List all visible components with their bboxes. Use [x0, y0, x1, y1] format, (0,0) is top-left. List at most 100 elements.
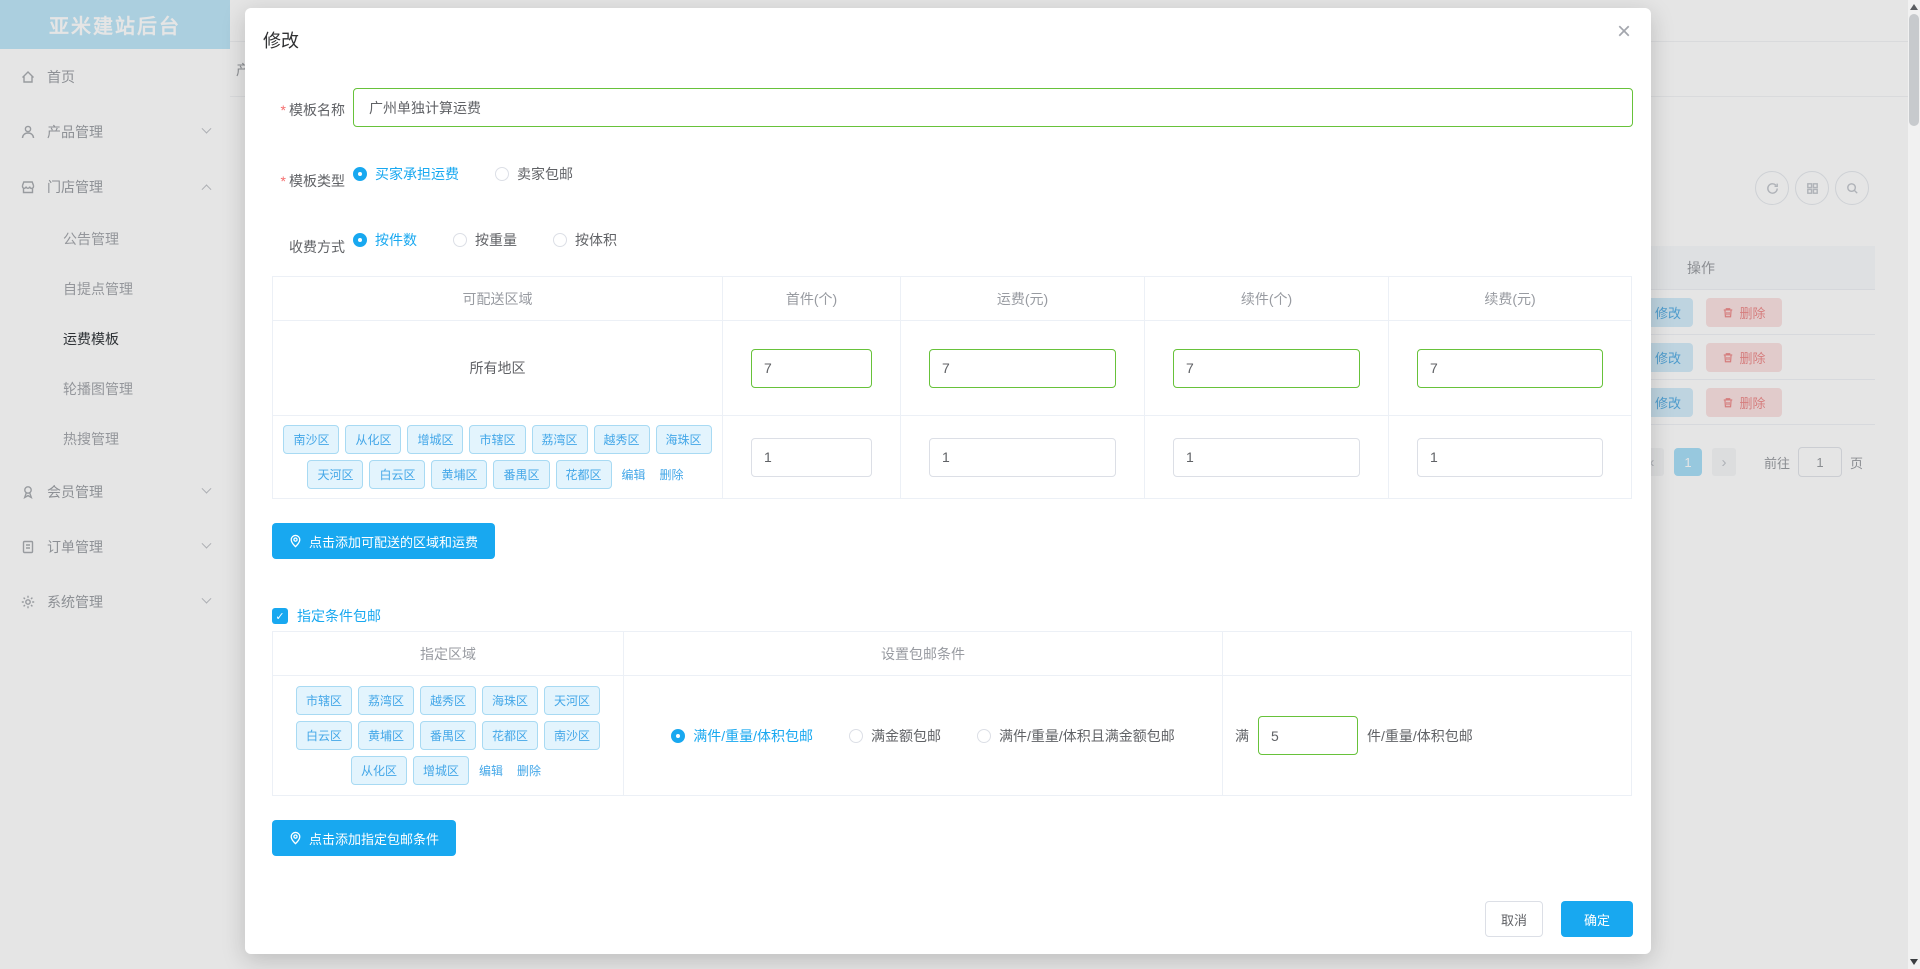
region-tag: 白云区: [295, 721, 352, 750]
radio-label: 满金额包邮: [871, 727, 941, 744]
radio-by-quantity-free[interactable]: 满件/重量/体积包邮: [671, 726, 813, 746]
cancel-button[interactable]: 取消: [1485, 901, 1543, 937]
template-name-label: * 模板名称: [280, 102, 345, 118]
radio-by-volume[interactable]: 按体积: [553, 230, 617, 250]
checkbox-checked-icon: ✓: [272, 608, 288, 624]
region-tag: 海珠区: [482, 686, 539, 715]
add-region-button[interactable]: 点击添加可配送的区域和运费: [272, 523, 496, 559]
radio-by-weight[interactable]: 按重量: [453, 230, 517, 250]
next-fee-input[interactable]: [1417, 348, 1603, 388]
radio-icon: [977, 728, 991, 743]
column-header: 可配送区域: [272, 276, 723, 321]
region-tag: 荔湾区: [357, 686, 414, 715]
location-pin-icon: [290, 534, 301, 548]
radio-label: 按重量: [475, 232, 517, 248]
fee-input[interactable]: [929, 348, 1116, 388]
radio-by-amount-free[interactable]: 满金额包邮: [849, 726, 941, 746]
close-icon[interactable]: ×: [1617, 20, 1631, 44]
scroll-up-arrow-icon[interactable]: [1910, 4, 1918, 10]
add-free-shipping-condition-button[interactable]: 点击添加指定包邮条件: [272, 820, 457, 856]
region-tag: 天河区: [544, 686, 601, 715]
region-fee-table: 可配送区域 首件(个) 运费(元) 续件(个) 续费(元) 所有地区 南沙区 从…: [272, 276, 1632, 499]
next-piece-input[interactable]: [1173, 348, 1360, 388]
radio-by-quantity-and-amount-free[interactable]: 满件/重量/体积且满金额包邮: [977, 726, 1175, 746]
required-star: *: [280, 102, 286, 118]
radio-label: 满件/重量/体积且满金额包邮: [999, 727, 1175, 744]
template-name-input[interactable]: [353, 88, 1633, 127]
region-tag: 市辖区: [295, 686, 352, 715]
charge-method-radio-group: 按件数 按重量 按体积: [353, 230, 653, 250]
threshold-prefix: 满: [1235, 727, 1249, 744]
region-tag: 黄埔区: [431, 460, 488, 489]
column-header: 首件(个): [722, 276, 901, 321]
radio-icon: [453, 233, 467, 247]
column-header: 续费(元): [1388, 276, 1632, 321]
free-shipping-row: 市辖区 荔湾区 越秀区 海珠区 天河区 白云区 黄埔区 番禺区 花都区 南沙区: [272, 675, 1632, 796]
table-row-all-regions: 所有地区: [272, 320, 1632, 416]
region-tag: 南沙区: [283, 425, 340, 454]
vertical-scrollbar[interactable]: [1908, 0, 1920, 969]
add-condition-label: 点击添加指定包邮条件: [309, 831, 440, 847]
confirm-button[interactable]: 确定: [1561, 901, 1633, 937]
region-tag: 从化区: [350, 756, 407, 785]
next-piece-input[interactable]: [1173, 437, 1360, 477]
edit-regions-link[interactable]: 编辑: [479, 762, 503, 779]
region-tag: 增城区: [407, 425, 464, 454]
first-piece-input[interactable]: [751, 348, 872, 388]
region-tag: 越秀区: [593, 425, 650, 454]
scrollbar-thumb[interactable]: [1909, 14, 1919, 126]
radio-selected-icon: [671, 728, 686, 743]
template-type-label: * 模板类型: [280, 173, 345, 189]
threshold-suffix: 件/重量/体积包邮: [1367, 727, 1473, 744]
region-tag: 南沙区: [544, 721, 601, 750]
delete-regions-link[interactable]: 删除: [660, 466, 684, 483]
radio-icon: [553, 233, 567, 247]
column-header: 运费(元): [900, 276, 1145, 321]
region-tag: 白云区: [369, 460, 426, 489]
region-tag: 花都区: [482, 721, 539, 750]
region-tag: 花都区: [555, 460, 612, 489]
region-tag: 天河区: [307, 460, 364, 489]
table-row-district-regions: 南沙区 从化区 增城区 市辖区 荔湾区 越秀区 海珠区 天河区 白云区 黄埔区 …: [272, 415, 1632, 499]
region-tag: 黄埔区: [357, 721, 414, 750]
radio-icon: [849, 728, 863, 743]
column-header: 设置包邮条件: [623, 631, 1223, 676]
next-fee-input[interactable]: [1417, 437, 1603, 477]
free-ship-region-tags: 市辖区 荔湾区 越秀区 海珠区 天河区 白云区 黄埔区 番禺区 花都区 南沙区: [273, 677, 623, 794]
radio-buyer-pays[interactable]: 买家承担运费: [353, 164, 459, 184]
conditional-free-shipping-checkbox[interactable]: ✓ 指定条件包邮: [272, 606, 381, 626]
dialog-title: 修改: [263, 31, 299, 51]
region-cell: 所有地区: [272, 320, 723, 416]
region-tag: 番禺区: [419, 721, 476, 750]
radio-seller-free-shipping[interactable]: 卖家包邮: [495, 164, 573, 184]
radio-label: 按体积: [575, 232, 617, 248]
region-tag: 市辖区: [469, 425, 526, 454]
region-tag: 海珠区: [655, 425, 712, 454]
threshold-setting: 满 件/重量/体积包邮: [1223, 716, 1631, 755]
edit-template-dialog: 修改 × *模板名称 *模板类型 买家承担运费 卖家包邮 收费方式 按件数 按重…: [245, 8, 1651, 954]
template-type-radio-group: 买家承担运费 卖家包邮: [353, 164, 609, 184]
region-tag: 越秀区: [419, 686, 476, 715]
radio-label: 满件/重量/体积包邮: [693, 727, 813, 744]
edit-regions-link[interactable]: 编辑: [622, 466, 646, 483]
location-pin-icon: [290, 831, 301, 845]
column-header: [1222, 631, 1632, 676]
radio-label: 卖家包邮: [517, 166, 573, 182]
region-tag: 荔湾区: [531, 425, 588, 454]
threshold-input[interactable]: [1258, 716, 1358, 755]
column-header: 续件(个): [1144, 276, 1389, 321]
charge-method-label: 收费方式: [289, 239, 345, 255]
region-tag: 增城区: [412, 756, 469, 785]
fee-input[interactable]: [929, 437, 1116, 477]
delete-regions-link[interactable]: 删除: [517, 762, 541, 779]
radio-by-piece[interactable]: 按件数: [353, 230, 417, 250]
first-piece-input[interactable]: [751, 437, 872, 477]
radio-label: 买家承担运费: [375, 166, 459, 182]
required-star: *: [280, 173, 286, 189]
radio-icon: [495, 167, 509, 181]
region-tags: 南沙区 从化区 增城区 市辖区 荔湾区 越秀区 海珠区 天河区 白云区 黄埔区 …: [273, 416, 722, 498]
column-header: 指定区域: [272, 631, 624, 676]
radio-selected-icon: [353, 167, 367, 181]
free-ship-condition-radio-group: 满件/重量/体积包邮 满金额包邮 满件/重量/体积且满金额包邮: [624, 726, 1222, 746]
scroll-down-arrow-icon[interactable]: [1910, 959, 1918, 965]
